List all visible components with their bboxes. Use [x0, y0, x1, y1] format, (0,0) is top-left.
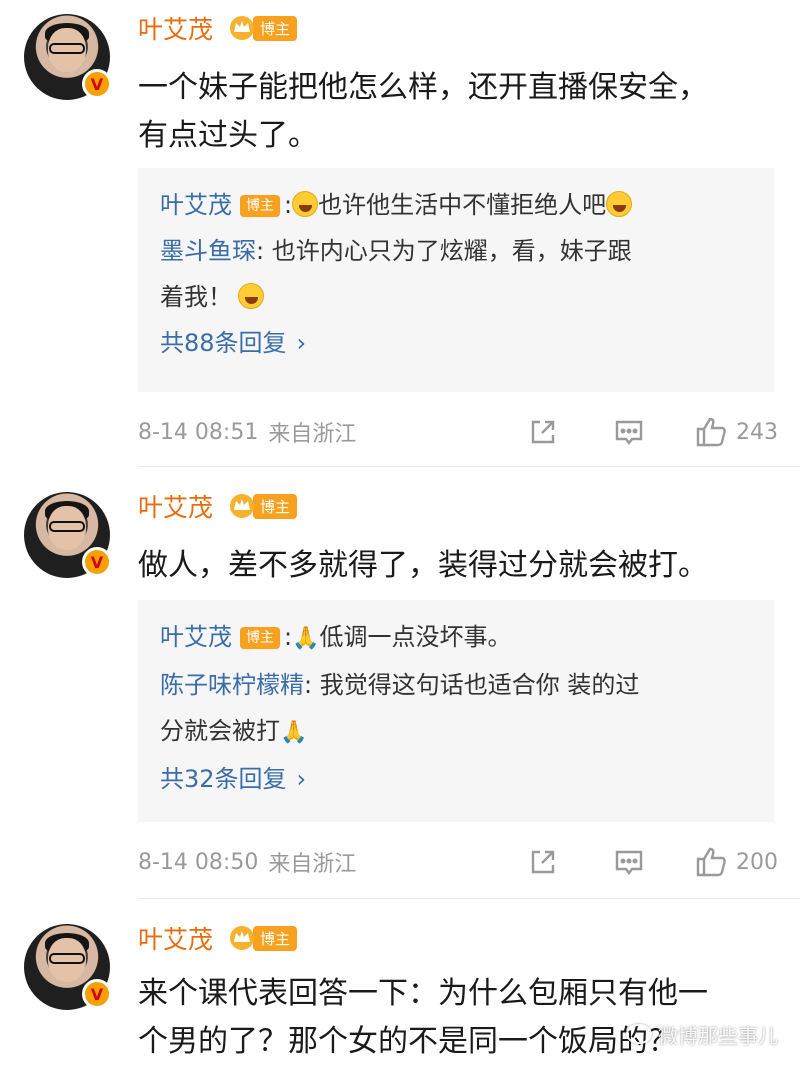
reply-separator: :	[284, 623, 293, 651]
avatar-glasses	[49, 43, 85, 54]
reply-item: 墨斗鱼琛: 也许内心只为了炫耀，看，妹子跟	[160, 228, 752, 274]
watermark-text: 微博那些事儿	[658, 1023, 778, 1048]
praying-hands-icon: 🙏	[280, 720, 308, 745]
reply-separator: :	[256, 237, 265, 265]
comment-header: 叶艾茂 博主	[138, 918, 298, 958]
reply-text: 也许他生活中不懂拒绝人吧	[318, 191, 607, 219]
more-replies-link[interactable]: 共32条回复 ›	[160, 756, 752, 802]
username[interactable]: 叶艾茂	[138, 488, 213, 524]
avatar-glasses	[49, 953, 85, 964]
reply-box[interactable]: 叶艾茂 博主:🙏低调一点没坏事。 陈子味柠檬精: 我觉得这句话也适合你 装的过 分…	[138, 600, 774, 822]
crown-icon	[227, 15, 257, 41]
reply-username[interactable]: 墨斗鱼琛	[160, 237, 256, 265]
comment-text: 做人，差不多就得了，装得过分就会被打。	[138, 542, 778, 590]
crown-icon	[227, 493, 257, 519]
comment-text-line: 做人，差不多就得了，装得过分就会被打。	[138, 548, 708, 583]
reply-item: 陈子味柠檬精: 我觉得这句话也适合你 装的过	[160, 662, 752, 708]
verified-v-icon: V	[82, 979, 112, 1009]
reply-username[interactable]: 陈子味柠檬精	[160, 671, 304, 699]
username[interactable]: 叶艾茂	[138, 920, 213, 956]
comment-time: 8-14 08:51	[138, 419, 259, 445]
avatar[interactable]: V	[24, 14, 112, 100]
comment-time: 8-14 08:50	[138, 849, 259, 875]
more-replies-label: 共32条回复	[160, 765, 287, 793]
like-button[interactable]: 243	[694, 415, 778, 449]
reply-separator: :	[304, 671, 313, 699]
thumbs-up-icon	[694, 845, 728, 879]
share-icon[interactable]	[526, 845, 560, 879]
laughing-emoji-icon	[606, 191, 633, 217]
more-replies-label: 共88条回复	[160, 329, 287, 357]
comment-actions: 243	[474, 412, 778, 452]
like-count: 243	[736, 419, 778, 445]
reply-item-continued: 着我！	[160, 274, 752, 320]
praying-hands-icon: 🙏	[292, 626, 320, 651]
comment-location: 来自浙江	[268, 852, 357, 877]
verified-v-icon: V	[82, 547, 112, 577]
reply-text: 也许内心只为了炫耀，看，妹子跟	[264, 237, 632, 265]
thumbs-up-icon	[694, 415, 728, 449]
reply-text: 低调一点没坏事。	[319, 623, 512, 651]
comment-text-line: 有点过头了。	[138, 118, 318, 153]
comment-location: 来自浙江	[268, 422, 357, 447]
weibo-comment-list: V 叶艾茂 博主 一个妹子能把他怎么样，还开直播保安全， 有点过头了。 叶艾茂博…	[0, 0, 800, 1067]
comment-text: 一个妹子能把他怎么样，还开直播保安全， 有点过头了。	[138, 64, 778, 160]
reply-username[interactable]: 叶艾茂	[160, 623, 232, 651]
chevron-right-icon: ›	[296, 765, 307, 793]
comment-header: 叶艾茂 博主	[138, 8, 298, 48]
reply-item: 叶艾茂 博主:🙏低调一点没坏事。	[160, 614, 752, 662]
reply-item: 叶艾茂 博主: 也许他生活中不懂拒绝人吧	[160, 182, 752, 228]
grinning-emoji-icon	[238, 283, 264, 309]
host-badge-small: 博主	[240, 627, 280, 649]
comment-header: 叶艾茂 博主	[138, 486, 298, 526]
reply-text: 着我！	[160, 283, 232, 311]
host-badge-label: 博主	[253, 15, 298, 41]
like-count: 200	[736, 849, 778, 875]
host-badge: 博主	[227, 924, 298, 952]
chevron-right-icon: ›	[296, 329, 307, 357]
like-button[interactable]: 200	[694, 845, 778, 879]
crown-icon	[227, 925, 257, 951]
reply-text: 分就会被打	[160, 717, 280, 745]
comment-actions: 200	[474, 842, 778, 882]
wechat-icon	[626, 1024, 652, 1044]
verified-v-icon: V	[82, 69, 112, 99]
comment-text-line: 来个课代表回答一下：为什么包厢只有他一	[138, 976, 708, 1011]
host-badge-label: 博主	[253, 925, 298, 951]
more-replies-link[interactable]: 共88条回复 ›	[160, 320, 752, 366]
reply-separator: :	[284, 191, 293, 219]
reply-item-continued: 分就会被打🙏	[160, 708, 752, 756]
avatar[interactable]: V	[24, 492, 112, 578]
reply-box[interactable]: 叶艾茂 博主: 也许他生活中不懂拒绝人吧 墨斗鱼琛: 也许内心只为了炫耀，看，妹子跟…	[138, 168, 774, 392]
host-badge-label: 博主	[253, 493, 298, 519]
avatar[interactable]: V	[24, 924, 112, 1010]
username[interactable]: 叶艾茂	[138, 10, 213, 46]
comment-icon[interactable]	[612, 845, 646, 879]
comment-footer: 8-14 08:51 来自浙江 243	[138, 412, 778, 452]
laughing-emoji-icon	[292, 191, 319, 217]
divider	[138, 898, 800, 899]
reply-username[interactable]: 叶艾茂	[160, 191, 232, 219]
comment-icon[interactable]	[612, 415, 646, 449]
host-badge: 博主	[227, 14, 298, 42]
reply-text: 我觉得这句话也适合你 装的过	[312, 671, 640, 699]
comment-footer: 8-14 08:50 来自浙江 200	[138, 842, 778, 882]
watermark: 微博那些事儿	[626, 1018, 778, 1050]
comment-text-line: 一个妹子能把他怎么样，还开直播保安全，	[138, 70, 708, 105]
avatar-glasses	[49, 521, 85, 532]
host-badge: 博主	[227, 492, 298, 520]
share-icon[interactable]	[526, 415, 560, 449]
divider	[138, 466, 800, 467]
host-badge-small: 博主	[240, 195, 280, 217]
